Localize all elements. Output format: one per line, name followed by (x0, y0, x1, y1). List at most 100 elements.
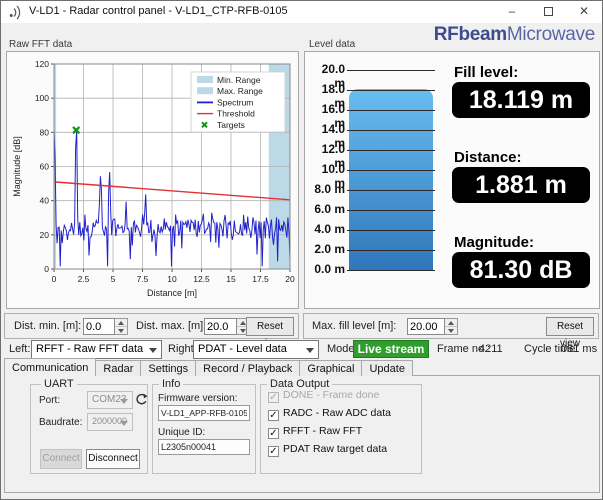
checkbox-icon[interactable]: ✓ (268, 428, 279, 439)
refresh-ports-icon[interactable] (135, 393, 148, 406)
stepper-up-icon[interactable] (115, 319, 127, 327)
unique-id-label: Unique ID: (158, 427, 206, 438)
distance-label: Distance: (454, 149, 522, 166)
info-groupbox: Info Firmware version: Unique ID: (152, 378, 256, 474)
chevron-down-icon (149, 348, 157, 353)
maximize-icon (543, 7, 553, 16)
tab-update[interactable]: Update (361, 360, 413, 376)
chevron-down-icon (120, 399, 128, 404)
fft-reset-view-button[interactable]: Reset view (246, 317, 294, 349)
tab-communication[interactable]: Communication (4, 358, 97, 376)
magnitude-label: Magnitude: (454, 234, 534, 251)
x-tick-label: 17.5 (252, 274, 269, 284)
stepper-up-icon[interactable] (445, 319, 457, 327)
right-combo-value: PDAT - Level data (198, 343, 287, 355)
selector-row: Left: RFFT - Raw FFT data Right: PDAT - … (1, 339, 602, 360)
dist-max-input[interactable] (204, 318, 237, 335)
gauge-tick-line (347, 150, 435, 151)
x-tick-label: 5 (111, 274, 116, 284)
firmware-version-label: Firmware version: (158, 393, 238, 404)
radar-app-icon (9, 5, 21, 20)
x-tick-label: 0 (52, 274, 57, 284)
dist-max-label: Dist. max. [m]: (136, 320, 207, 332)
unique-id-field[interactable] (158, 439, 250, 455)
left-combo-value: RFFT - Raw FFT data (36, 343, 144, 355)
fill-level-label: Fill level: (454, 64, 519, 81)
gauge-scale-label: 6.0 m (314, 202, 345, 216)
app-window: V-LD1 - Radar control panel - V-LD1_CTP-… (0, 0, 603, 500)
y-tick-label: 0 (44, 264, 49, 274)
gauge-scale-label: 8.0 m (314, 182, 345, 196)
cycle-time-value: 081 ms (561, 343, 598, 355)
checkbox-done: ✓ DONE - Frame done (268, 389, 379, 403)
checkbox-radc[interactable]: ✓ RADC - Raw ADC data (268, 407, 391, 421)
x-tick-label: 2.5 (78, 274, 90, 284)
legend-band-swatch (197, 87, 213, 95)
y-tick-label: 80 (40, 127, 50, 137)
checkbox-icon: ✓ (268, 392, 279, 403)
tab-radar[interactable]: Radar (95, 360, 142, 376)
data-output-groupbox: Data Output ✓ DONE - Frame done ✓ RADC - Ra… (260, 378, 422, 474)
checkbox-icon[interactable]: ✓ (268, 410, 279, 421)
right-data-combobox[interactable]: PDAT - Level data (193, 340, 319, 359)
dist-min-label: Dist. min. [m]: (14, 320, 82, 332)
firmware-version-field[interactable] (158, 405, 250, 421)
legend-band-swatch (197, 76, 213, 83)
checkbox-pdat[interactable]: ✓ PDAT Raw target data (268, 443, 387, 457)
legend-label: Targets (217, 120, 245, 130)
stepper-down-icon[interactable] (445, 327, 457, 335)
rfbeam-logo: RFbeamMicrowave (434, 24, 596, 46)
fill-level-value: 18.119 m (452, 82, 590, 118)
minimize-icon: – (508, 4, 516, 18)
titlebar: V-LD1 - Radar control panel - V-LD1_CTP-… (1, 1, 602, 23)
gauge-scale-label: 0.0 m (314, 262, 345, 276)
x-tick-label: 10 (167, 274, 177, 284)
checkbox-icon[interactable]: ✓ (268, 446, 279, 457)
x-axis-title: Distance [m] (147, 288, 197, 298)
readouts: Fill level: 18.119 m Distance: 1.881 m Magni… (452, 52, 592, 308)
max-fill-label: Max. fill level [m]: (312, 320, 397, 332)
y-tick-label: 120 (35, 59, 49, 69)
minimize-button[interactable]: – (494, 1, 530, 23)
communication-tab-panel: UART Port: COM23 Baudrate: 2000000 Conne… (4, 375, 600, 493)
gauge-tick-line (347, 70, 435, 71)
dist-min-input[interactable] (83, 318, 115, 335)
tab-record-playback[interactable]: Record / Playback (195, 360, 301, 376)
disconnect-button[interactable]: Disconnect (86, 449, 140, 469)
gauge-tick-line (347, 250, 435, 251)
fft-controls-box: Dist. min. [m]: Dist. max. [m]: Reset vi… (4, 313, 299, 349)
checkbox-label: PDAT Raw target data (283, 443, 388, 455)
max-fill-stepper[interactable] (445, 318, 458, 335)
left-data-combobox[interactable]: RFFT - Raw FFT data (31, 340, 162, 359)
gauge-tick-line (347, 190, 435, 191)
chevron-down-icon (120, 421, 128, 426)
x-tick-label: 15 (226, 274, 236, 284)
level-reset-view-button[interactable]: Reset view (546, 317, 594, 349)
frame-no-value: 4211 (479, 343, 503, 355)
max-fill-input[interactable] (407, 318, 445, 335)
gauge-tick-line (347, 210, 435, 211)
baudrate-combobox: 2000000 (87, 413, 133, 431)
distance-value: 1.881 m (452, 167, 590, 203)
maximize-button[interactable] (530, 1, 566, 23)
gauge-fill-bar (349, 88, 433, 270)
mode-status-badge: Live stream (353, 340, 429, 358)
legend-label: Threshold (217, 109, 255, 119)
tab-bar: Communication Radar Settings Record / Playb… (4, 358, 413, 376)
legend-label: Spectrum (217, 97, 253, 107)
y-tick-label: 60 (40, 162, 50, 172)
info-group-title: Info (159, 378, 184, 390)
tab-settings[interactable]: Settings (140, 360, 197, 376)
checkbox-rfft[interactable]: ✓ RFFT - Raw FFT (268, 425, 362, 439)
gauge-tick-line (347, 230, 435, 231)
close-button[interactable]: ✕ (566, 1, 602, 23)
tab-graphical[interactable]: Graphical (299, 360, 363, 376)
dist-min-stepper[interactable] (115, 318, 128, 335)
gauge-tick-line (347, 270, 435, 271)
gauge-tick-line (347, 130, 435, 131)
connect-button: Connect (40, 449, 82, 469)
fill-level-gauge: 20.0 m 18.0 m 16.0 m 14.0 m 12.0 m 10.0 m 8.0 … (307, 52, 439, 308)
fft-chart[interactable]: 0 2.5 5 7.5 10 12.5 15 17.5 20 0 20 40 60 80 100 120 Dis… (7, 52, 298, 308)
stepper-down-icon[interactable] (115, 327, 127, 335)
level-data-panel: 20.0 m 18.0 m 16.0 m 14.0 m 12.0 m 10.0 m 8.0 … (304, 51, 600, 309)
